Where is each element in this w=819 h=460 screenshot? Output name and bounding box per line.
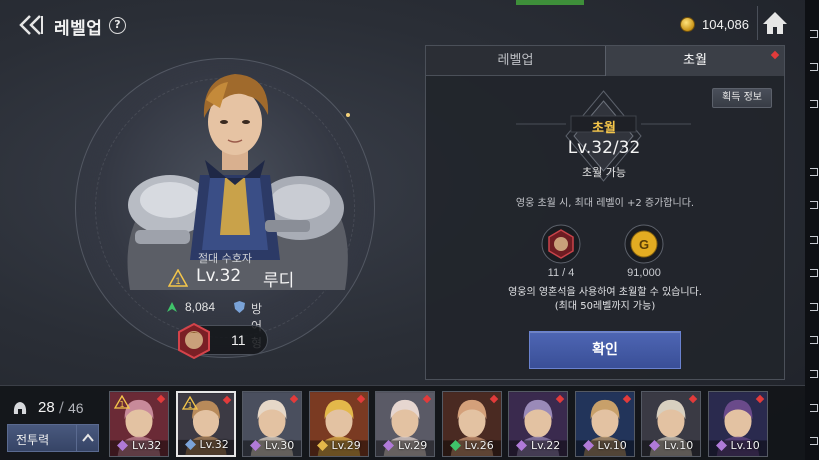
- hero-card-level: Lv.32: [199, 438, 229, 451]
- hero-class-icon: [715, 440, 727, 451]
- hero-class-icon: [649, 440, 660, 451]
- home-button[interactable]: [757, 6, 791, 40]
- side-marker: [810, 404, 818, 412]
- side-marker: [810, 269, 818, 277]
- soulstone-cost-icon: [541, 224, 581, 264]
- hero-class-icon: [250, 440, 261, 451]
- side-marker: [810, 236, 818, 244]
- back-button[interactable]: [18, 14, 46, 36]
- tab-ascend[interactable]: 초월: [605, 46, 784, 76]
- hero-card-level: Lv.30: [265, 439, 295, 452]
- ascend-level: Lv.32/32: [567, 138, 641, 158]
- panel-tabs: 레벨업 초월: [426, 46, 784, 76]
- hero-card[interactable]: Lv.10: [707, 391, 768, 457]
- combat-power-value: 8,084: [185, 300, 216, 314]
- side-marker: [810, 100, 818, 108]
- side-marker: [810, 437, 818, 445]
- hero-class-icon: [449, 440, 461, 451]
- hero-class-icon: [516, 440, 527, 451]
- hero-class-icon: [316, 440, 328, 451]
- hero-card[interactable]: Lv.10: [641, 391, 701, 457]
- side-marker: [810, 168, 818, 176]
- ascend-panel: 레벨업 초월 획득 정보 초월 Lv.32/32 초월 가능 영웅 초월 시, …: [425, 45, 785, 380]
- hero-card[interactable]: Lv.30: [242, 391, 302, 457]
- star-grade-icon: 1: [167, 268, 189, 287]
- hero-card[interactable]: 1 Lv.32: [109, 391, 169, 457]
- helmet-icon: [13, 402, 27, 414]
- hero-card-star: 1: [119, 400, 124, 409]
- hero-card-level: Lv.10: [730, 439, 760, 452]
- ascend-notice: 영웅의 영혼석을 사용하여 초월할 수 있습니다.: [508, 287, 702, 298]
- hero-star-grade: 1: [175, 276, 180, 286]
- roster-count-total: 46: [68, 400, 84, 416]
- star-grade-icon: 1: [114, 395, 130, 409]
- hero-level: Lv.32: [196, 266, 242, 286]
- confirm-button[interactable]: 확인: [529, 331, 681, 369]
- hero-card[interactable]: Lv.29: [308, 391, 369, 457]
- side-marker: [810, 303, 818, 311]
- cost-gold: G 91,000: [604, 224, 684, 284]
- hero-card[interactable]: Lv.10: [574, 391, 635, 457]
- side-marker: [810, 63, 818, 71]
- page-title: 레벨업: [54, 19, 103, 39]
- game-screen: 레벨업 ? 104,086 절대 수호자 1 Lv.32 루디 8,084 방 …: [0, 0, 805, 460]
- hero-class-icon: [383, 440, 394, 451]
- hero-card-level: Lv.26: [464, 439, 494, 452]
- hero-title: 절대 수호자: [197, 252, 253, 265]
- hero-card-level: Lv.10: [664, 439, 694, 452]
- soulstone-cost-value: 11 / 4: [547, 267, 575, 279]
- ascend-limit-notice: (최대 50레벨까지 가능): [554, 301, 656, 312]
- gold-value: 104,086: [702, 17, 749, 32]
- hero-class-icon: [582, 440, 594, 451]
- home-icon: [763, 12, 787, 34]
- hero-card-level: Lv.29: [398, 439, 428, 452]
- soulstone-count: 11: [231, 332, 246, 348]
- gold-cost-value: 91,000: [627, 267, 661, 279]
- hero-card-level: Lv.22: [531, 439, 561, 452]
- roster-count-current: 28: [38, 399, 55, 416]
- tab-ascend-label: 초월: [683, 53, 707, 68]
- acquire-info-button[interactable]: 획득 정보: [712, 88, 772, 108]
- side-marker: [810, 336, 818, 344]
- hero-name: 루디: [263, 271, 295, 291]
- hero-card[interactable]: Lv.29: [375, 391, 435, 457]
- hero-class-icon: [184, 439, 196, 450]
- cost-soulstone: 11 / 4: [521, 224, 601, 284]
- hero-card-level: Lv.10: [597, 439, 627, 452]
- side-marker: [810, 201, 818, 209]
- gold-cost-icon: G: [624, 224, 664, 264]
- hero-card-level: Lv.29: [331, 439, 361, 452]
- ascend-description: 영웅 초월 시, 최대 레벨이 +2 증가합니다.: [515, 198, 695, 209]
- defense-class-icon: [234, 301, 245, 313]
- ascend-status: 초월 가능: [582, 166, 626, 179]
- side-strip: [805, 0, 819, 460]
- back-arrow-icon: [19, 15, 43, 35]
- gold-coin-icon: [680, 17, 695, 32]
- star-grade-icon: 1: [181, 396, 198, 410]
- help-icon[interactable]: ?: [109, 17, 126, 34]
- soulstone-icon: [178, 322, 210, 360]
- chevron-up-icon: [76, 425, 98, 451]
- hero-class-icon: [117, 440, 128, 451]
- side-marker: [810, 370, 818, 378]
- hero-card[interactable]: Lv.22: [508, 391, 568, 457]
- svg-text:G: G: [639, 237, 649, 252]
- hero-card-star: 1: [187, 401, 192, 410]
- sort-dropdown[interactable]: 전투력: [7, 424, 99, 452]
- hero-roster-bar: 28 / 46 전투력 1 Lv.32 1 Lv.32 Lv.30 Lv.29 Lv.29 L…: [0, 385, 805, 460]
- notification-dot: [770, 50, 780, 60]
- header: 레벨업 ? 104,086: [0, 0, 805, 46]
- hero-card-level: Lv.32: [132, 439, 162, 452]
- hero-card[interactable]: Lv.26: [441, 391, 502, 457]
- sort-label: 전투력: [16, 433, 50, 447]
- side-marker: [810, 30, 818, 38]
- ascend-label: 초월: [592, 121, 616, 136]
- roster-count-separator: /: [59, 400, 64, 416]
- tab-levelup[interactable]: 레벨업: [426, 46, 605, 76]
- soulstone-counter: 11: [178, 322, 268, 360]
- hero-card[interactable]: 1 Lv.32: [175, 391, 236, 457]
- combat-power-icon: [167, 302, 177, 312]
